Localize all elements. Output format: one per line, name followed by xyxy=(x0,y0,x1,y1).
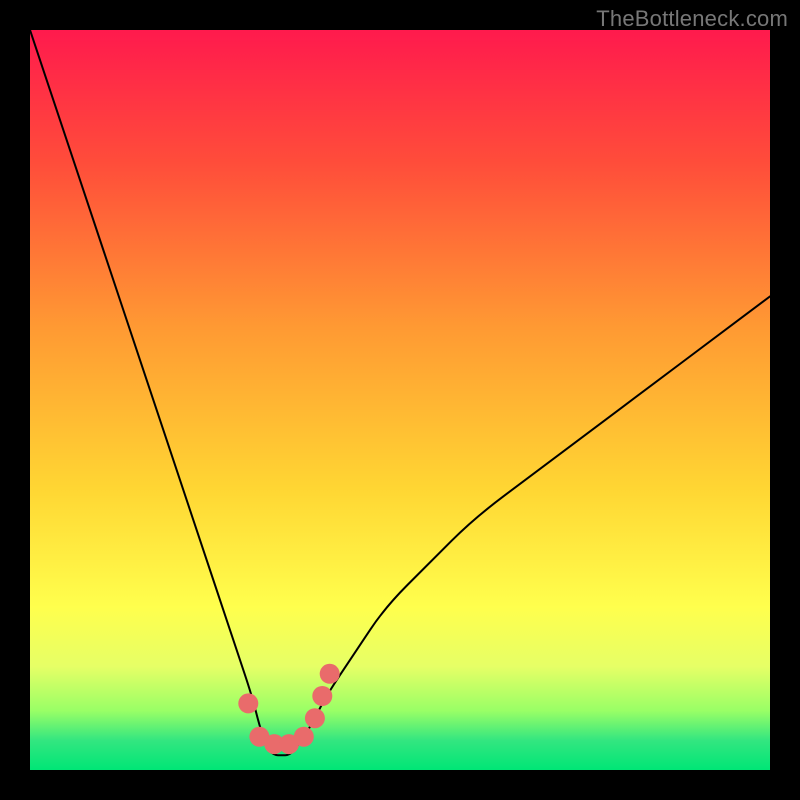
trough-marker xyxy=(238,693,258,713)
gradient-background xyxy=(30,30,770,770)
watermark-text: TheBottleneck.com xyxy=(596,6,788,32)
plot-area xyxy=(30,30,770,770)
trough-marker xyxy=(320,664,340,684)
trough-marker xyxy=(305,708,325,728)
trough-marker xyxy=(312,686,332,706)
chart-svg xyxy=(30,30,770,770)
chart-frame: TheBottleneck.com xyxy=(0,0,800,800)
trough-marker xyxy=(294,727,314,747)
